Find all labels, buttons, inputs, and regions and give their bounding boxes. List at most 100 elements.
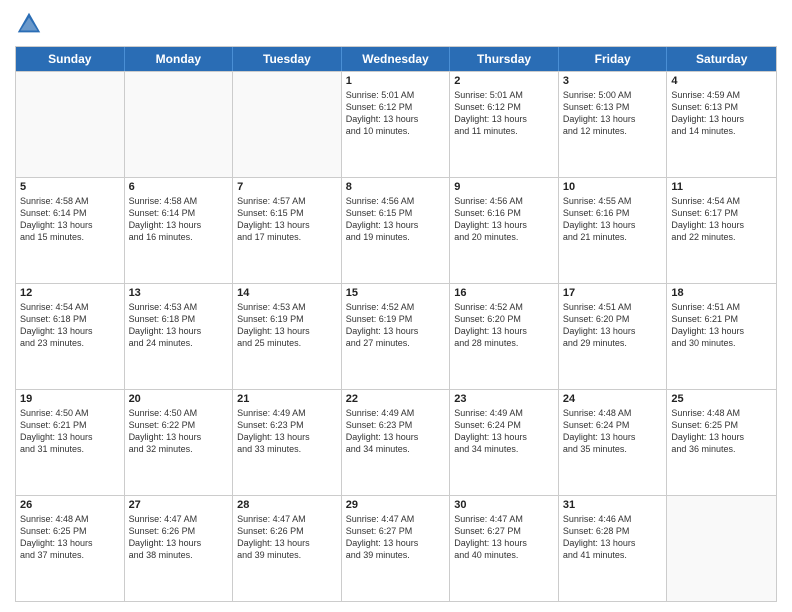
day-number: 27 [129,499,229,511]
day-info: Sunrise: 5:00 AM Sunset: 6:13 PM Dayligh… [563,89,663,138]
header-day-monday: Monday [125,47,234,71]
day-info: Sunrise: 4:57 AM Sunset: 6:15 PM Dayligh… [237,195,337,244]
day-cell-1: 1 Sunrise: 5:01 AM Sunset: 6:12 PM Daylig… [342,72,451,177]
day-number: 31 [563,499,663,511]
day-cell-28: 28 Sunrise: 4:47 AM Sunset: 6:26 PM Dayli… [233,496,342,601]
day-cell-30: 30Sunrise: 4:47 AM Sunset: 6:27 PM Dayli… [450,496,559,601]
day-number: 17 [563,287,663,299]
day-info: Sunrise: 4:49 AM Sunset: 6:23 PM Dayligh… [346,407,446,456]
day-info: Sunrise: 4:51 AM Sunset: 6:21 PM Dayligh… [671,301,772,350]
day-cell-4: 4Sunrise: 4:59 AM Sunset: 6:13 PM Daylig… [667,72,776,177]
day-info: Sunrise: 4:53 AM Sunset: 6:18 PM Dayligh… [129,301,229,350]
day-number: 23 [454,393,554,405]
day-number: 1 [346,75,446,87]
day-number: 22 [346,393,446,405]
day-info: Sunrise: 5:01 AM Sunset: 6:12 PM Dayligh… [454,89,554,138]
day-number: 18 [671,287,772,299]
day-info: Sunrise: 4:58 AM Sunset: 6:14 PM Dayligh… [20,195,120,244]
day-number: 21 [237,393,337,405]
day-cell-3: 3 Sunrise: 5:00 AM Sunset: 6:13 PM Daylig… [559,72,668,177]
day-info: Sunrise: 4:56 AM Sunset: 6:15 PM Dayligh… [346,195,446,244]
day-cell-7: 7 Sunrise: 4:57 AM Sunset: 6:15 PM Daylig… [233,178,342,283]
day-info: Sunrise: 4:47 AM Sunset: 6:27 PM Dayligh… [454,513,554,562]
day-info: Sunrise: 4:47 AM Sunset: 6:27 PM Dayligh… [346,513,446,562]
day-number: 24 [563,393,663,405]
day-number: 25 [671,393,772,405]
day-cell-21: 21 Sunrise: 4:49 AM Sunset: 6:23 PM Dayli… [233,390,342,495]
day-number: 11 [671,181,772,193]
day-number: 9 [454,181,554,193]
day-cell-17: 17 Sunrise: 4:51 AM Sunset: 6:20 PM Dayli… [559,284,668,389]
day-cell-empty [233,72,342,177]
header-day-tuesday: Tuesday [233,47,342,71]
day-info: Sunrise: 4:51 AM Sunset: 6:20 PM Dayligh… [563,301,663,350]
week-row-1: 5 Sunrise: 4:58 AM Sunset: 6:14 PM Daylig… [16,177,776,283]
day-cell-27: 27 Sunrise: 4:47 AM Sunset: 6:26 PM Dayli… [125,496,234,601]
day-number: 6 [129,181,229,193]
header-day-friday: Friday [559,47,668,71]
logo-icon [15,10,43,38]
header-day-wednesday: Wednesday [342,47,451,71]
day-number: 3 [563,75,663,87]
day-number: 26 [20,499,120,511]
week-row-2: 12Sunrise: 4:54 AM Sunset: 6:18 PM Dayli… [16,283,776,389]
day-info: Sunrise: 4:52 AM Sunset: 6:19 PM Dayligh… [346,301,446,350]
day-info: Sunrise: 4:49 AM Sunset: 6:23 PM Dayligh… [237,407,337,456]
day-cell-20: 20Sunrise: 4:50 AM Sunset: 6:22 PM Dayli… [125,390,234,495]
calendar: SundayMondayTuesdayWednesdayThursdayFrid… [15,46,777,602]
day-info: Sunrise: 4:55 AM Sunset: 6:16 PM Dayligh… [563,195,663,244]
day-number: 5 [20,181,120,193]
day-number: 14 [237,287,337,299]
day-info: Sunrise: 4:54 AM Sunset: 6:18 PM Dayligh… [20,301,120,350]
day-cell-empty [16,72,125,177]
day-cell-25: 25 Sunrise: 4:48 AM Sunset: 6:25 PM Dayli… [667,390,776,495]
day-number: 19 [20,393,120,405]
week-row-4: 26 Sunrise: 4:48 AM Sunset: 6:25 PM Dayli… [16,495,776,601]
day-info: Sunrise: 4:49 AM Sunset: 6:24 PM Dayligh… [454,407,554,456]
day-number: 7 [237,181,337,193]
day-info: Sunrise: 4:48 AM Sunset: 6:25 PM Dayligh… [20,513,120,562]
day-number: 29 [346,499,446,511]
day-number: 8 [346,181,446,193]
day-info: Sunrise: 4:50 AM Sunset: 6:21 PM Dayligh… [20,407,120,456]
day-cell-12: 12Sunrise: 4:54 AM Sunset: 6:18 PM Dayli… [16,284,125,389]
day-number: 16 [454,287,554,299]
week-row-0: 1 Sunrise: 5:01 AM Sunset: 6:12 PM Daylig… [16,71,776,177]
header-day-thursday: Thursday [450,47,559,71]
day-info: Sunrise: 4:48 AM Sunset: 6:25 PM Dayligh… [671,407,772,456]
day-cell-8: 8 Sunrise: 4:56 AM Sunset: 6:15 PM Daylig… [342,178,451,283]
day-number: 28 [237,499,337,511]
day-info: Sunrise: 5:01 AM Sunset: 6:12 PM Dayligh… [346,89,446,138]
day-info: Sunrise: 4:47 AM Sunset: 6:26 PM Dayligh… [237,513,337,562]
day-number: 10 [563,181,663,193]
day-info: Sunrise: 4:54 AM Sunset: 6:17 PM Dayligh… [671,195,772,244]
day-number: 2 [454,75,554,87]
calendar-body: 1 Sunrise: 5:01 AM Sunset: 6:12 PM Daylig… [16,71,776,601]
calendar-header: SundayMondayTuesdayWednesdayThursdayFrid… [16,47,776,71]
day-cell-5: 5 Sunrise: 4:58 AM Sunset: 6:14 PM Daylig… [16,178,125,283]
logo [15,10,47,38]
day-number: 4 [671,75,772,87]
day-cell-empty [667,496,776,601]
day-cell-23: 23 Sunrise: 4:49 AM Sunset: 6:24 PM Dayli… [450,390,559,495]
day-cell-19: 19 Sunrise: 4:50 AM Sunset: 6:21 PM Dayli… [16,390,125,495]
day-cell-16: 16 Sunrise: 4:52 AM Sunset: 6:20 PM Dayli… [450,284,559,389]
page: SundayMondayTuesdayWednesdayThursdayFrid… [0,0,792,612]
day-cell-9: 9 Sunrise: 4:56 AM Sunset: 6:16 PM Daylig… [450,178,559,283]
day-cell-24: 24Sunrise: 4:48 AM Sunset: 6:24 PM Dayli… [559,390,668,495]
day-cell-14: 14Sunrise: 4:53 AM Sunset: 6:19 PM Dayli… [233,284,342,389]
day-cell-29: 29 Sunrise: 4:47 AM Sunset: 6:27 PM Dayli… [342,496,451,601]
day-cell-6: 6Sunrise: 4:58 AM Sunset: 6:14 PM Daylig… [125,178,234,283]
header [15,10,777,38]
day-info: Sunrise: 4:52 AM Sunset: 6:20 PM Dayligh… [454,301,554,350]
header-day-saturday: Saturday [667,47,776,71]
day-number: 20 [129,393,229,405]
header-day-sunday: Sunday [16,47,125,71]
day-cell-31: 31 Sunrise: 4:46 AM Sunset: 6:28 PM Dayli… [559,496,668,601]
day-cell-2: 2 Sunrise: 5:01 AM Sunset: 6:12 PM Daylig… [450,72,559,177]
day-cell-26: 26 Sunrise: 4:48 AM Sunset: 6:25 PM Dayli… [16,496,125,601]
day-info: Sunrise: 4:56 AM Sunset: 6:16 PM Dayligh… [454,195,554,244]
day-info: Sunrise: 4:47 AM Sunset: 6:26 PM Dayligh… [129,513,229,562]
week-row-3: 19 Sunrise: 4:50 AM Sunset: 6:21 PM Dayli… [16,389,776,495]
day-info: Sunrise: 4:46 AM Sunset: 6:28 PM Dayligh… [563,513,663,562]
